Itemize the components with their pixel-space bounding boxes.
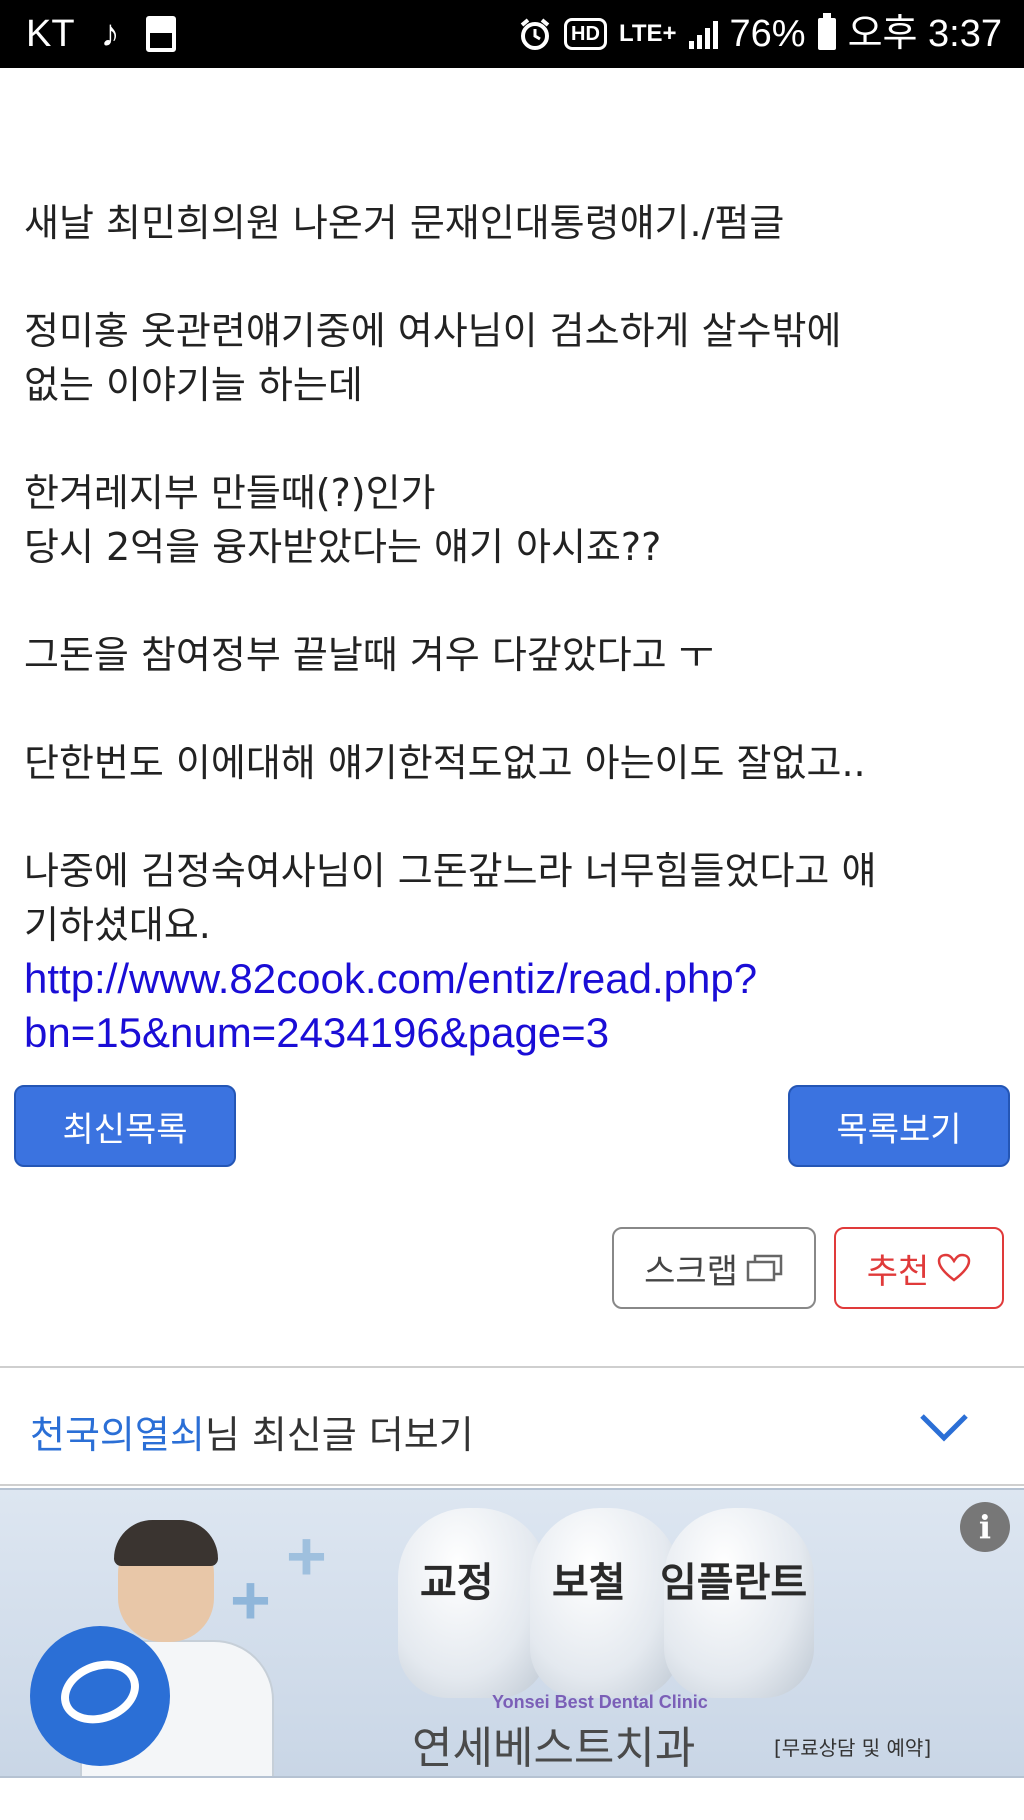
article-line: 단한번도 이에대해 얘기한적도없고 아는이도 잘없고.. [24,741,866,785]
article-line: 기하셨대요. [24,903,211,947]
author-more-posts[interactable]: 천국의열쇠 님 최신글 더보기 [30,1396,1000,1466]
ad-service-prosthetics: 보철 [552,1560,626,1606]
section-divider [0,1484,1024,1486]
scrap-button[interactable]: 스크랩 [612,1227,816,1309]
ad-service-implant: 임플란트 [660,1560,808,1606]
status-bar: KT ♪ HD LTE+ 76% 오후 3:37 [0,0,1024,68]
source-link-line1: http://www.82cook.com/entiz/read.php? [24,955,758,1002]
carrier-label: KT [26,13,75,55]
article-body: 새날 최민희의원 나온거 문재인대통령얘기./펌글 정미홍 옷관련얘기중에 여사… [24,196,1008,1060]
scrap-icon [746,1254,783,1282]
recommend-label: 추천 [866,1251,930,1292]
plus-decoration-icon: + [230,1561,271,1639]
source-link-line2: bn=15&num=2434196&page=3 [24,1009,610,1056]
scrap-label: 스크랩 [644,1251,738,1292]
ad-info-icon[interactable]: i [960,1502,1010,1552]
ad-service-orthodontics: 교정 [420,1560,494,1606]
consult-label: [무료상담 및 예약] [774,1736,932,1760]
author-name[interactable]: 천국의열쇠 [30,1404,205,1459]
source-link[interactable]: http://www.82cook.com/entiz/read.php? bn… [24,952,1008,1060]
doctor-hair [114,1520,218,1566]
section-divider [0,1366,1024,1368]
status-left: KT ♪ [26,14,176,54]
ad-banner[interactable]: + + 교정 보철 임플란트 Yonsei Best Dental Clinic… [0,1488,1024,1778]
clock: 오후 3:37 [847,13,1002,55]
article-line: 없는 이야기늘 하는데 [24,363,363,407]
status-right: HD LTE+ 76% 오후 3:37 [518,13,1002,55]
plus-decoration-icon: + [286,1517,327,1595]
signal-strength-icon [688,19,718,49]
article-line: 당시 2억을 융자받았다는 얘기 아시죠?? [24,525,662,569]
view-list-button[interactable]: 목록보기 [788,1085,1010,1167]
lte-label: LTE+ [618,20,677,47]
hd-voice-icon: HD [564,18,607,50]
battery-icon [817,13,836,50]
battery-percent: 76% [729,13,806,55]
article-line: 한겨레지부 만들때(?)인가 [24,471,436,515]
recommend-button[interactable]: 추천 [834,1227,1004,1309]
clinic-name: 연세베스트치과 [412,1723,696,1774]
latest-list-button[interactable]: 최신목록 [14,1085,236,1167]
article-line: 정미홍 옷관련얘기중에 여사님이 검소하게 살수밖에 [24,309,842,353]
clinic-logo-icon [30,1626,170,1766]
more-posts-label: 님 최신글 더보기 [204,1412,474,1457]
alarm-icon [520,18,550,50]
sd-card-icon [145,16,176,52]
clinic-english-name: Yonsei Best Dental Clinic [492,1692,708,1712]
chevron-down-icon[interactable] [918,1410,970,1444]
heart-icon [938,1253,971,1282]
article-line: 나중에 김정숙여사님이 그돈갚느라 너무힘들었다고 얘 [24,849,877,893]
article-line: 새날 최민희의원 나온거 문재인대통령얘기./펌글 [24,201,785,245]
music-note-icon: ♪ [100,13,120,55]
article-line: 그돈을 참여정부 끝날때 겨우 다갚았다고 ㅜ [24,633,714,677]
